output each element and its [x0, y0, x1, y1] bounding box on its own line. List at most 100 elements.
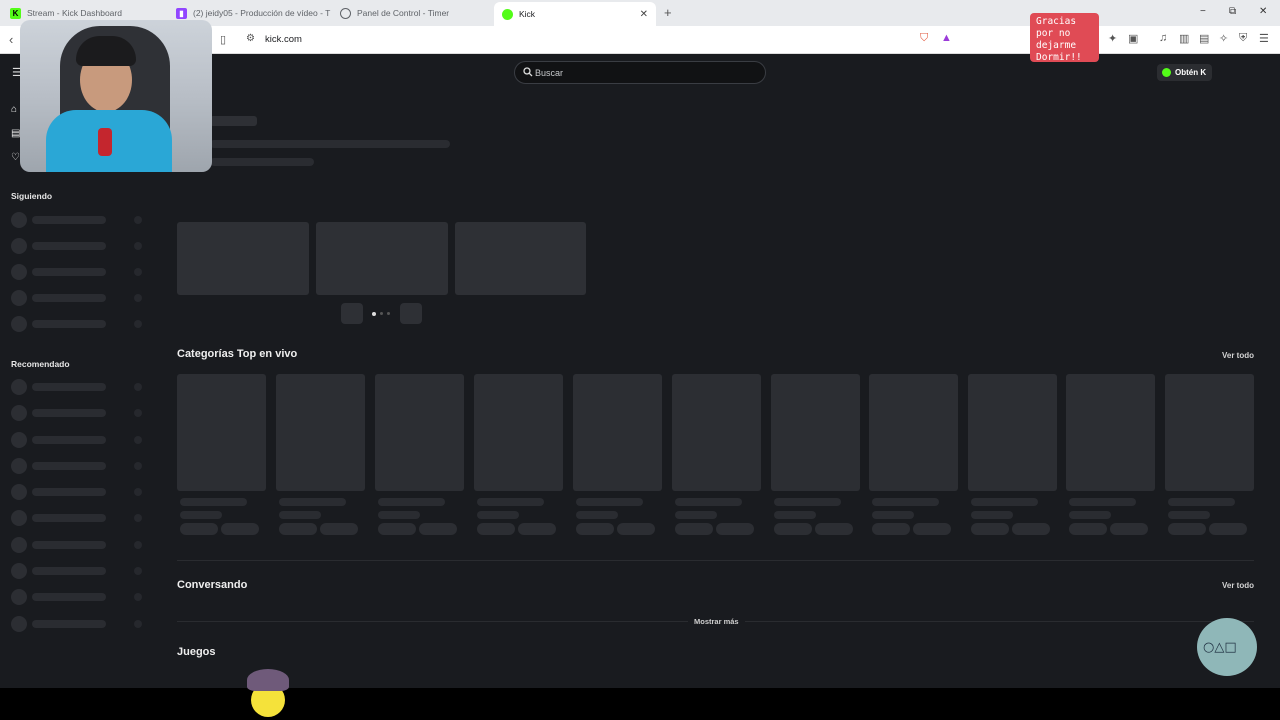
viewer-count-skeleton	[134, 462, 142, 470]
bookmark-icon[interactable]: ▯	[220, 33, 226, 46]
category-tag-skeleton	[1209, 523, 1247, 535]
category-title-skeleton	[1168, 498, 1235, 506]
menu-icon[interactable]: ☰	[1259, 32, 1269, 45]
site-settings-icon[interactable]: ⚙	[246, 33, 255, 44]
category-card-skeleton[interactable]	[573, 374, 662, 491]
category-card-skeleton[interactable]	[968, 374, 1057, 491]
channel-name-skeleton	[32, 436, 106, 444]
viewer-count-skeleton	[134, 320, 142, 328]
category-card-skeleton[interactable]	[375, 374, 464, 491]
category-viewers-skeleton	[1069, 511, 1111, 519]
top-categories-see-all[interactable]: Ver todo	[1222, 351, 1254, 360]
close-tab-icon[interactable]: ✕	[640, 9, 648, 20]
new-tab-button[interactable]: +	[664, 5, 672, 20]
maximize-button[interactable]: ⧉	[1229, 6, 1236, 17]
carousel-prev-button[interactable]	[341, 303, 363, 324]
chatting-see-all[interactable]: Ver todo	[1222, 581, 1254, 590]
category-viewers-skeleton	[279, 511, 321, 519]
chatting-show-more[interactable]: Mostrar más	[688, 617, 745, 626]
channel-avatar-skeleton	[11, 264, 27, 280]
vpn-icon[interactable]: ⛨	[1239, 32, 1247, 45]
thanks-sticker: Gracias por no dejarme Dormir!!	[1030, 13, 1099, 63]
get-kick-button[interactable]: Obtén K	[1157, 64, 1213, 81]
category-tag-skeleton	[518, 523, 556, 535]
channel-avatar-skeleton	[11, 290, 27, 306]
hero-line-skeleton	[210, 158, 314, 166]
carousel-dot-active[interactable]	[372, 312, 376, 316]
category-tag-skeleton	[675, 523, 713, 535]
channel-avatar-skeleton	[11, 432, 27, 448]
viewer-count-skeleton	[134, 514, 142, 522]
channel-avatar-skeleton	[11, 484, 27, 500]
category-card-skeleton[interactable]	[1165, 374, 1254, 491]
viewer-count-skeleton	[134, 242, 142, 250]
screen: K Stream - Kick Dashboard ▮ (2) jeidy05 …	[0, 0, 1280, 720]
kick-icon	[502, 8, 513, 20]
brave-shield-icon[interactable]: ⛉	[920, 32, 928, 45]
category-card-skeleton[interactable]	[474, 374, 563, 491]
category-tag-skeleton	[477, 523, 515, 535]
category-tag-skeleton	[419, 523, 457, 535]
category-tag-skeleton	[221, 523, 259, 535]
category-card-skeleton[interactable]	[1066, 374, 1155, 491]
sidebar-toggle-icon[interactable]: ▥	[1179, 32, 1189, 45]
pokemon-mascot-icon	[247, 669, 289, 717]
category-title-skeleton	[971, 498, 1038, 506]
brave-rewards-icon[interactable]: ▲	[941, 32, 952, 44]
channel-name-skeleton	[32, 320, 106, 328]
home-icon[interactable]: ⌂	[11, 104, 17, 115]
category-card-skeleton[interactable]	[869, 374, 958, 491]
channel-avatar-skeleton	[11, 405, 27, 421]
category-title-skeleton	[576, 498, 643, 506]
category-tag-skeleton	[872, 523, 910, 535]
carousel-dot[interactable]	[387, 312, 390, 315]
tab-title: Panel de Control - Timer	[357, 8, 450, 18]
search-input[interactable]: Buscar	[514, 61, 766, 84]
tab-timer-panel[interactable]: Panel de Control - Timer	[332, 2, 494, 24]
streamer-hair-shape	[76, 36, 136, 66]
channel-name-skeleton	[32, 488, 106, 496]
screenshot-icon[interactable]: ▣	[1128, 32, 1138, 45]
viewer-count-skeleton	[134, 383, 142, 391]
wallet-icon[interactable]: ▤	[1199, 32, 1209, 45]
media-icon[interactable]: ♫	[1159, 32, 1167, 44]
sidebar-following-heading: Siguiendo	[11, 191, 53, 201]
category-title-skeleton	[477, 498, 544, 506]
category-tag-skeleton	[1012, 523, 1050, 535]
channel-name-skeleton	[32, 242, 106, 250]
chatting-heading: Conversando	[177, 579, 248, 591]
tab-kick[interactable]: Kick ✕	[494, 2, 656, 26]
category-viewers-skeleton	[477, 511, 519, 519]
channel-name-skeleton	[32, 294, 106, 302]
viewer-count-skeleton	[134, 409, 142, 417]
leo-ai-icon[interactable]: ✧	[1219, 32, 1228, 45]
featured-stream-skeleton[interactable]	[455, 222, 586, 295]
category-viewers-skeleton	[774, 511, 816, 519]
following-heart-icon[interactable]: ♡	[11, 152, 20, 163]
category-card-skeleton[interactable]	[177, 374, 266, 491]
category-card-skeleton[interactable]	[771, 374, 860, 491]
extensions-icon[interactable]: ✦	[1108, 32, 1117, 45]
top-categories-heading: Categorías Top en vivo	[177, 348, 298, 360]
sidebar-recommended-heading: Recomendado	[11, 359, 70, 369]
viewer-count-skeleton	[134, 268, 142, 276]
featured-stream-skeleton[interactable]	[316, 222, 448, 295]
category-card-skeleton[interactable]	[276, 374, 365, 491]
webcam-overlay	[20, 20, 212, 172]
category-card-skeleton[interactable]	[672, 374, 761, 491]
viewer-count-skeleton	[134, 620, 142, 628]
close-window-button[interactable]: ✕	[1259, 6, 1267, 17]
get-kick-label: Obtén K	[1175, 68, 1207, 77]
robot-mascot-icon: ○△□	[1197, 618, 1257, 684]
channel-avatar-skeleton	[11, 316, 27, 332]
category-title-skeleton	[279, 498, 346, 506]
category-tag-skeleton	[774, 523, 812, 535]
carousel-dot[interactable]	[380, 312, 383, 315]
address-bar[interactable]: ⚙ kick.com ⛉ ▲	[238, 29, 963, 51]
minimize-button[interactable]: −	[1200, 6, 1206, 17]
featured-stream-skeleton[interactable]	[177, 222, 309, 295]
carousel-next-button[interactable]	[400, 303, 422, 324]
tab-title: Stream - Kick Dashboard	[27, 8, 122, 18]
viewer-count-skeleton	[134, 436, 142, 444]
back-icon[interactable]: ‹	[9, 32, 13, 47]
